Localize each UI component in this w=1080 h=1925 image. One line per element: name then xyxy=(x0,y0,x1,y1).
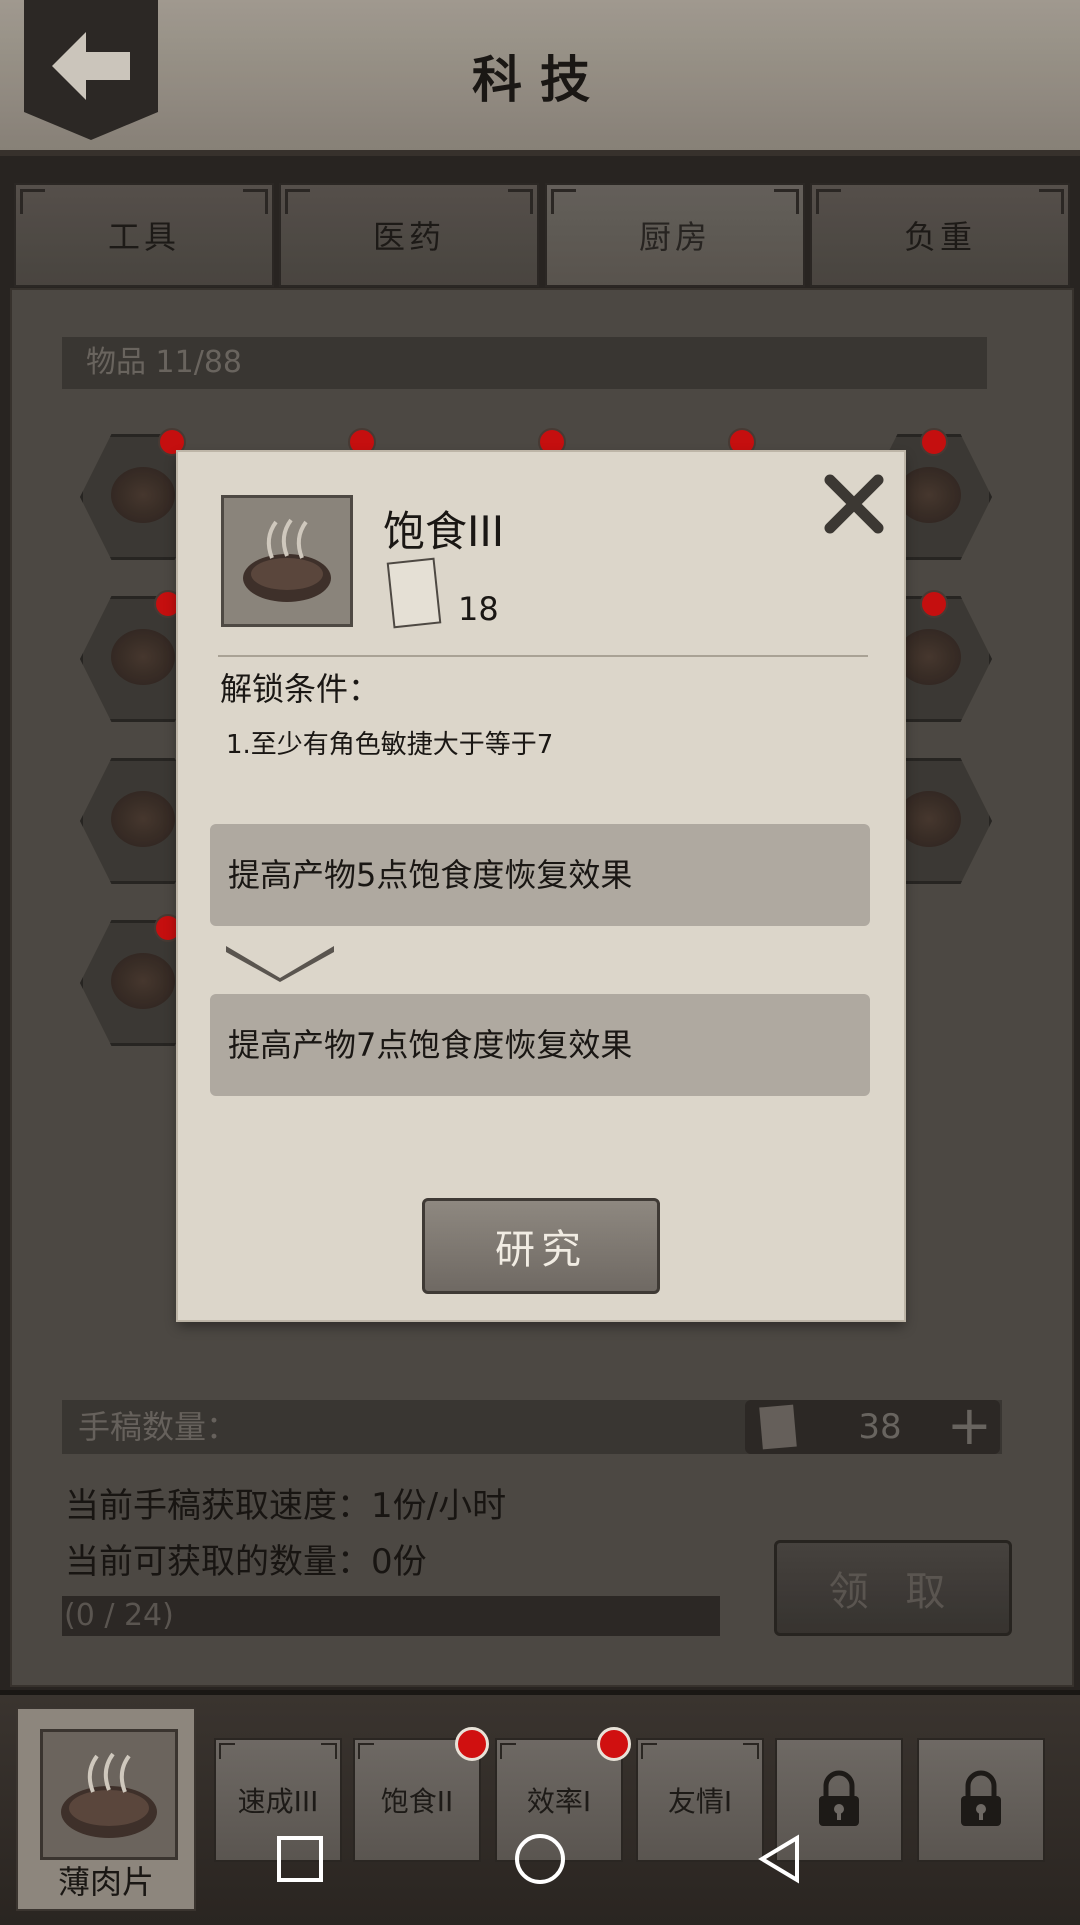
research-cost: 18 xyxy=(458,590,499,628)
corner-ornament-icon xyxy=(641,1743,657,1759)
corner-ornament-icon xyxy=(358,1743,374,1759)
corner-ornament-icon xyxy=(500,1743,516,1759)
divider xyxy=(218,655,868,657)
home-icon[interactable] xyxy=(515,1834,565,1884)
corner-ornament-icon xyxy=(743,1743,759,1759)
system-nav-bar xyxy=(0,1808,1080,1908)
recents-icon[interactable] xyxy=(277,1836,323,1882)
current-effect: 提高产物5点饱食度恢复效果 xyxy=(210,824,870,926)
unlock-condition: 1.至少有角色敏捷大于等于7 xyxy=(226,730,554,760)
notification-dot xyxy=(455,1727,489,1761)
meat-slice-icon xyxy=(221,495,353,627)
next-effect: 提高产物7点饱食度恢复效果 xyxy=(210,994,870,1096)
manuscript-icon xyxy=(386,557,442,629)
research-button[interactable]: 研究 xyxy=(422,1198,660,1294)
back-nav-icon[interactable] xyxy=(758,1834,799,1884)
notification-dot xyxy=(597,1727,631,1761)
corner-ornament-icon xyxy=(321,1743,337,1759)
unlock-conditions-title: 解锁条件： xyxy=(220,670,381,708)
close-icon[interactable] xyxy=(822,472,886,536)
chevron-down-icon xyxy=(226,946,334,982)
corner-ornament-icon xyxy=(219,1743,235,1759)
tech-detail-dialog: 饱食III 18 解锁条件： 1.至少有角色敏捷大于等于7 提高产物5点饱食度恢… xyxy=(178,452,904,1320)
dialog-title: 饱食III xyxy=(383,507,505,556)
